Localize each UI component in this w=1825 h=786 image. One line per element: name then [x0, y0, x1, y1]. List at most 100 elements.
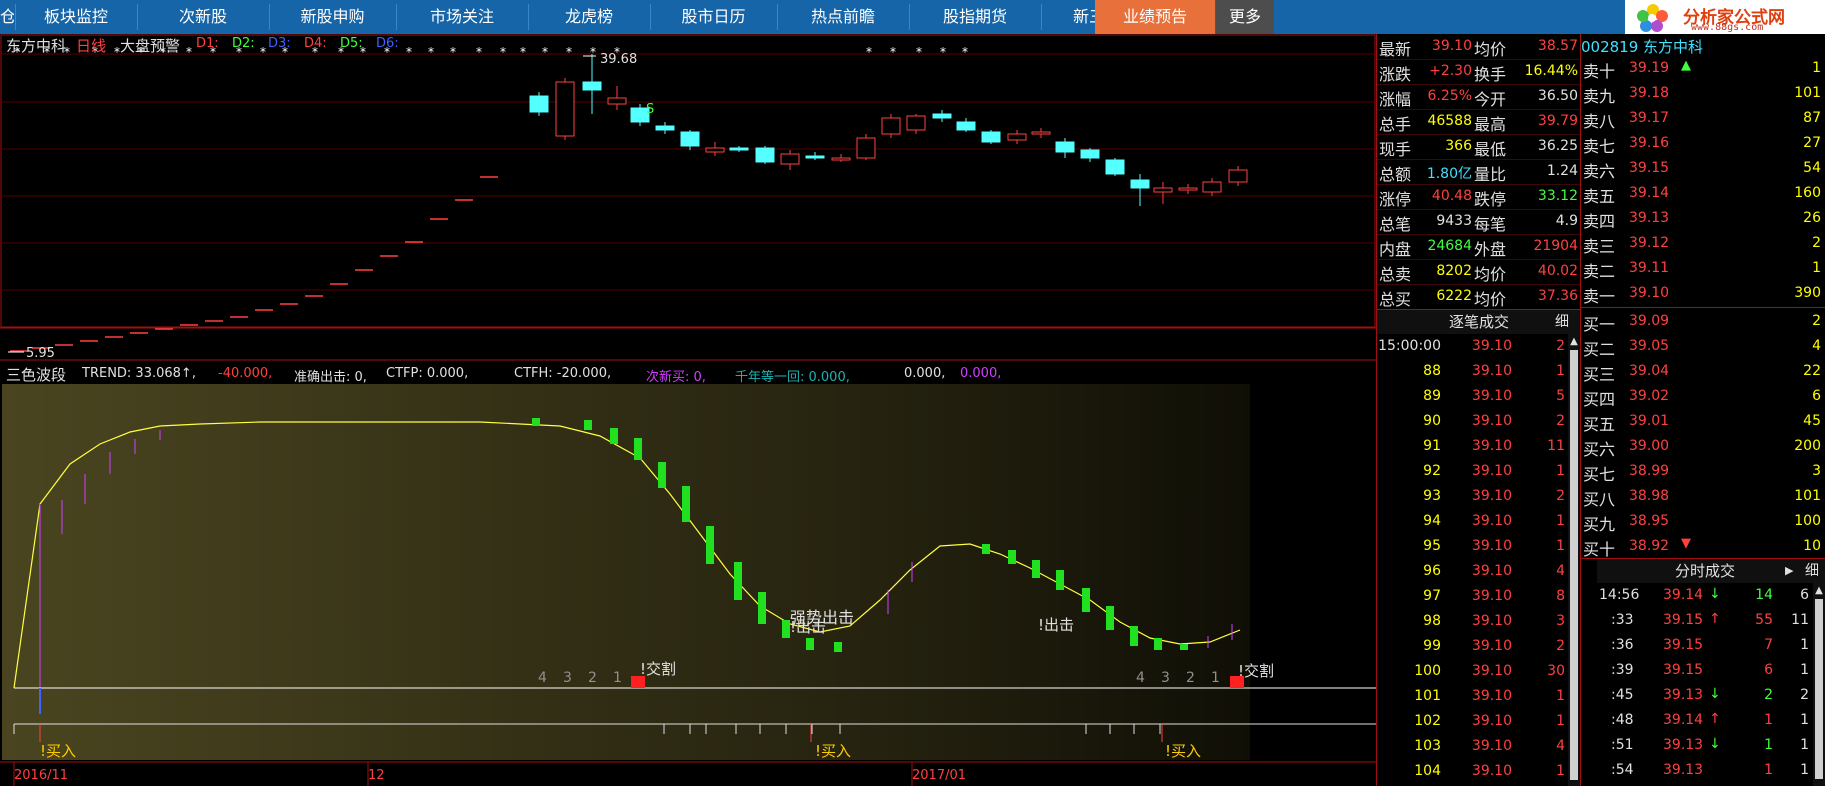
trades-detail-button[interactable]: 细	[1555, 310, 1569, 334]
ts-volume: 1	[1764, 737, 1773, 753]
ts-time: :48	[1611, 712, 1634, 728]
quote-divider	[1376, 184, 1580, 185]
candle-body	[805, 155, 825, 159]
table-row: 101 39.10 1	[1377, 684, 1567, 709]
trades-list[interactable]: 15:00:00 39.10 2 88 39.10 1 89 39.10 5 90 39.10 2 91…	[1377, 334, 1567, 786]
logo-url: www.88gs.com	[1691, 22, 1764, 33]
order-price: 39.10	[1629, 285, 1670, 301]
trade-volume: 1	[1556, 763, 1565, 779]
timeshare-header: 分时成交 ▶ 细	[1597, 559, 1825, 583]
nav-item-partial[interactable]: 仓	[0, 0, 14, 34]
countdown-4a: 4	[538, 670, 547, 686]
candle-body	[932, 113, 952, 119]
nav-item-market-focus[interactable]: 市场关注	[397, 0, 527, 34]
trade-price: 39.10	[1471, 588, 1512, 604]
trade-volume: 8	[1556, 588, 1565, 604]
order-volume: 101	[1794, 488, 1821, 504]
candle-body	[680, 131, 700, 147]
candle-body	[831, 157, 851, 161]
order-level: 买八 38.98 101	[1581, 484, 1825, 509]
quote-key: 现手	[1379, 140, 1412, 159]
ts-price: 39.13	[1663, 737, 1704, 753]
d4-label: D4:	[304, 36, 327, 51]
order-level: 买三 39.04 22	[1581, 359, 1825, 384]
period-label[interactable]: 日线	[76, 35, 106, 56]
nav-item-hot-preview[interactable]: 热点前瞻	[778, 0, 908, 34]
scroll-up-icon[interactable]: ▲	[1569, 336, 1579, 347]
star-marker: *	[450, 45, 456, 59]
countdown-2a: 2	[588, 670, 597, 686]
down-arrow-icon: ↓	[1709, 686, 1721, 702]
candle-body	[582, 81, 602, 91]
order-level-label: 卖三	[1583, 237, 1616, 256]
green-bar	[806, 638, 814, 650]
order-volume: 160	[1794, 185, 1821, 201]
scroll-thumb[interactable]	[1570, 350, 1578, 780]
candle-body	[981, 131, 1001, 143]
buy-annotation-2: !买入	[815, 742, 852, 760]
nav-item-more[interactable]: 更多	[1216, 0, 1274, 34]
green-bar	[834, 642, 842, 652]
nav-item-ipo[interactable]: 新股申购	[270, 0, 395, 34]
indicator-millennium: 千年等一回: 0.000,	[735, 370, 850, 385]
quote-divider	[1376, 109, 1580, 110]
ts-scroll-thumb[interactable]	[1815, 599, 1823, 779]
quote-key: 外盘	[1474, 240, 1507, 259]
indicator-accurate-strike: 准确出击: 0,	[294, 370, 367, 385]
ts-count: 1	[1800, 637, 1809, 653]
order-volume: 87	[1803, 110, 1821, 126]
quote-value: 46588	[1427, 113, 1472, 129]
candle-body	[1178, 187, 1198, 191]
order-volume: 1	[1812, 260, 1821, 276]
candle-body	[906, 115, 926, 131]
trades-panel-header: 逐笔成交 细	[1377, 310, 1580, 334]
candle-body	[1153, 187, 1173, 193]
candle-body	[1105, 159, 1125, 175]
order-level: 买七 38.99 3	[1581, 459, 1825, 484]
timeshare-next-icon[interactable]: ▶	[1785, 559, 1793, 583]
trade-volume: 2	[1556, 638, 1565, 654]
timeshare-scrollbar[interactable]: ▲	[1813, 583, 1825, 786]
quote-row: 总额 1.80亿 量比 1.24	[1376, 159, 1580, 184]
order-price: 39.09	[1629, 313, 1670, 329]
quote-value: 39.10	[1431, 38, 1472, 54]
order-price: 39.13	[1629, 210, 1670, 226]
trade-price: 39.10	[1471, 738, 1512, 754]
trades-scrollbar[interactable]: ▲	[1568, 334, 1580, 786]
green-bar	[1154, 638, 1162, 650]
quote-row: 内盘 24684 外盘 21904	[1376, 234, 1580, 259]
trade-time: 95	[1423, 538, 1441, 554]
order-volume: 101	[1794, 85, 1821, 101]
candle-body	[607, 97, 627, 105]
nav-item-earnings-forecast[interactable]: 业绩预告	[1095, 0, 1215, 34]
trade-price: 39.10	[1471, 563, 1512, 579]
list-item: :39 39.15 6 1	[1597, 658, 1813, 683]
timeshare-detail-button[interactable]: 细	[1805, 559, 1819, 583]
trade-time: 101	[1414, 688, 1441, 704]
sell-orders: 卖十 39.19 1 卖九 39.18 101 卖八 39.17 87 卖七 39.16 27 卖六 39…	[1581, 56, 1825, 306]
d6-label: D6:	[376, 36, 399, 51]
nav-item-calendar[interactable]: 股市日历	[651, 0, 776, 34]
green-bar	[706, 526, 714, 564]
order-price: 39.01	[1629, 413, 1670, 429]
trade-time: 103	[1414, 738, 1441, 754]
nav-item-dragon-tiger[interactable]: 龙虎榜	[529, 0, 649, 34]
quote-key: 最高	[1474, 115, 1507, 134]
x-axis-label-jan: 2017/01	[912, 768, 967, 783]
quote-divider	[1376, 259, 1580, 260]
star-marker: *	[940, 45, 946, 59]
nav-item-new-stocks[interactable]: 次新股	[138, 0, 268, 34]
nav-item-sector-monitor[interactable]: 板块监控	[16, 0, 136, 34]
countdown-1b: 1	[1211, 670, 1220, 686]
trade-time: 94	[1423, 513, 1441, 529]
order-level-label: 买三	[1583, 365, 1616, 384]
timeshare-list[interactable]: 14:56 39.14 ↓ 14 6:33 39.15 ↑ 55 11:36 39.15 7 1:39…	[1597, 583, 1813, 786]
ts-scroll-up-icon[interactable]: ▲	[1814, 585, 1824, 596]
table-row: 100 39.10 30	[1377, 659, 1567, 684]
nav-item-futures[interactable]: 股指期货	[910, 0, 1040, 34]
indicator-name: 三色波段	[6, 366, 67, 384]
orderbook-header: 002819 东方中科	[1581, 34, 1825, 56]
ts-count: 1	[1800, 662, 1809, 678]
chart-area[interactable]: * * * * * * * * * * * * * * * * * * * * * * * * * * * * * * * 东方中科 日线 …	[0, 34, 1376, 786]
green-bar	[1082, 588, 1090, 612]
